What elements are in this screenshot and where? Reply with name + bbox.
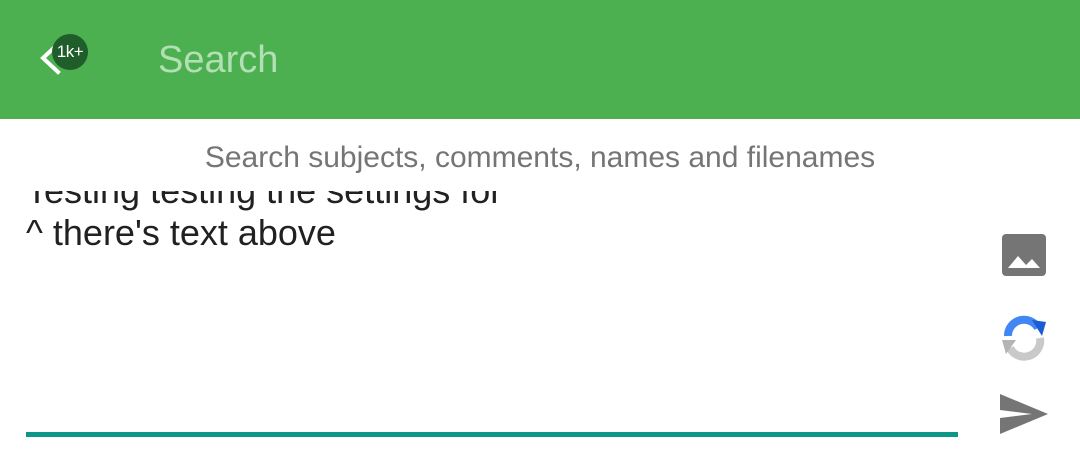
- top-app-bar: 1k+: [0, 0, 1080, 119]
- image-icon: [1002, 234, 1046, 276]
- send-button[interactable]: [998, 392, 1050, 436]
- captcha-refresh-icon: [1002, 315, 1046, 361]
- search-input[interactable]: [158, 30, 1018, 90]
- comment-text-area[interactable]: Testing testing the settings for ^ there…: [26, 150, 958, 432]
- notification-badge: 1k+: [52, 34, 88, 70]
- app-root: 1k+ Search subjects, comments, names and…: [0, 0, 1080, 469]
- text-field-underline: [26, 432, 958, 437]
- back-button[interactable]: 1k+: [30, 26, 98, 94]
- send-icon: [1000, 394, 1048, 434]
- search-hint-text: Search subjects, comments, names and fil…: [204, 141, 876, 174]
- composer-line: ^ there's text above: [26, 212, 336, 253]
- captcha-refresh-button[interactable]: [998, 310, 1050, 362]
- attach-image-button[interactable]: [1002, 234, 1046, 276]
- search-hint-banner: Search subjects, comments, names and fil…: [0, 119, 1080, 191]
